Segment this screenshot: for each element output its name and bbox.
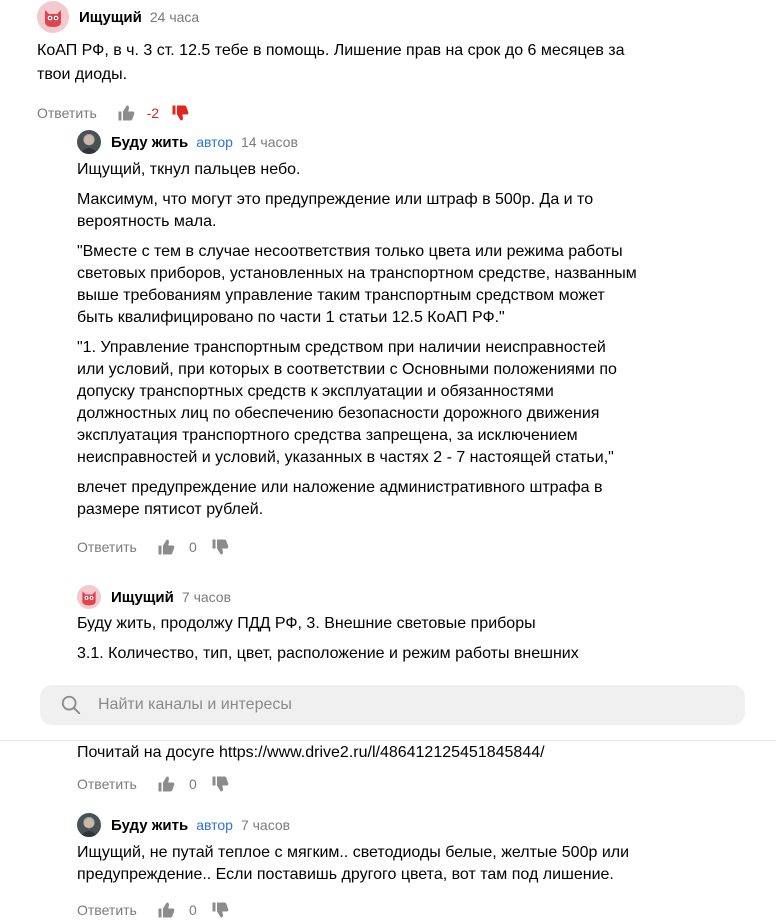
likes-count: 0 bbox=[188, 776, 197, 792]
thumbs-down-icon[interactable] bbox=[211, 538, 229, 556]
search-bar-container bbox=[0, 672, 776, 741]
author-badge: автор bbox=[196, 134, 233, 150]
comment-reply: Буду жить автор 14 часов Ищущий, ткнул п… bbox=[77, 129, 637, 559]
likes-count: -2 bbox=[146, 105, 160, 121]
thumbs-down-icon[interactable] bbox=[171, 104, 189, 122]
timestamp: 7 часов bbox=[181, 589, 232, 605]
owl-icon bbox=[45, 10, 61, 27]
thumbs-down-icon[interactable] bbox=[211, 775, 229, 793]
comment-actions: Ответить -2 bbox=[37, 101, 657, 125]
thumbs-down-icon[interactable] bbox=[211, 901, 229, 919]
comment-text: КоАП РФ, в ч. 3 ст. 12.5 тебе в помощь. … bbox=[37, 42, 625, 83]
comment-text: Максимум, что могут это предупреждение и… bbox=[77, 191, 594, 230]
comment-header: Ищущий 7 часов bbox=[77, 584, 637, 610]
reply-button[interactable]: Ответить bbox=[77, 539, 137, 555]
comment-continued: Почитай на досуге https://www.drive2.ru/… bbox=[77, 742, 637, 796]
search-bar[interactable] bbox=[40, 685, 745, 725]
comment-text: "1. Управление транспортным средством пр… bbox=[77, 339, 617, 466]
avatar[interactable] bbox=[37, 1, 69, 33]
user-photo-icon bbox=[80, 818, 98, 837]
comment-text: Буду жить, продолжу ПДД РФ, 3. Внешние с… bbox=[77, 615, 536, 632]
user-photo-icon bbox=[80, 135, 98, 154]
comment-text[interactable]: Почитай на досуге https://www.drive2.ru/… bbox=[77, 742, 637, 764]
comment-text: влечет предупреждение или наложение адми… bbox=[77, 479, 603, 518]
timestamp: 7 часов bbox=[240, 817, 291, 833]
author-name[interactable]: Ищущий bbox=[111, 589, 174, 606]
thumbs-up-icon[interactable] bbox=[157, 538, 175, 556]
author-name[interactable]: Буду жить bbox=[111, 134, 188, 151]
author-name[interactable]: Ищущий bbox=[79, 9, 142, 26]
avatar[interactable] bbox=[77, 813, 101, 837]
thumbs-up-icon[interactable] bbox=[157, 901, 175, 919]
comment-text: "Вместе с тем в случае несоответствия то… bbox=[77, 243, 637, 326]
comment-header: Буду жить автор 7 часов bbox=[77, 812, 637, 838]
likes-count: 0 bbox=[188, 539, 197, 555]
avatar[interactable] bbox=[77, 585, 101, 609]
comment-text: 3.1. Количество, тип, цвет, расположение… bbox=[77, 645, 579, 662]
timestamp: 14 часов bbox=[240, 134, 298, 150]
reply-button[interactable]: Ответить bbox=[77, 902, 137, 918]
comment-reply: Буду жить автор 7 часов Ищущий, не путай… bbox=[77, 812, 637, 922]
comment-actions: Ответить 0 bbox=[77, 772, 637, 796]
comment-header: Ищущий 24 часа bbox=[37, 1, 657, 33]
owl-icon bbox=[82, 591, 96, 606]
comment-header: Буду жить автор 14 часов bbox=[77, 129, 637, 155]
comment-text: Ищущий, не путай теплое с мягким.. свето… bbox=[77, 844, 630, 883]
search-input[interactable] bbox=[96, 695, 700, 715]
comment: Ищущий 24 часа КоАП РФ, в ч. 3 ст. 12.5 … bbox=[37, 1, 657, 125]
reply-button[interactable]: Ответить bbox=[77, 776, 137, 792]
search-icon bbox=[60, 694, 82, 716]
comment-actions: Ответить 0 bbox=[77, 898, 637, 922]
avatar[interactable] bbox=[77, 130, 101, 154]
timestamp: 24 часа bbox=[149, 9, 200, 25]
author-name[interactable]: Буду жить bbox=[111, 817, 188, 834]
author-badge: автор bbox=[196, 817, 233, 833]
comment-text: Ищущий, ткнул пальцев небо. bbox=[77, 161, 301, 178]
comment-reply: Ищущий 7 часов Буду жить, продолжу ПДД Р… bbox=[77, 584, 637, 665]
likes-count: 0 bbox=[188, 902, 197, 918]
thumbs-up-icon[interactable] bbox=[157, 775, 175, 793]
reply-button[interactable]: Ответить bbox=[37, 105, 97, 121]
comment-actions: Ответить 0 bbox=[77, 535, 637, 559]
thumbs-up-icon[interactable] bbox=[117, 104, 135, 122]
